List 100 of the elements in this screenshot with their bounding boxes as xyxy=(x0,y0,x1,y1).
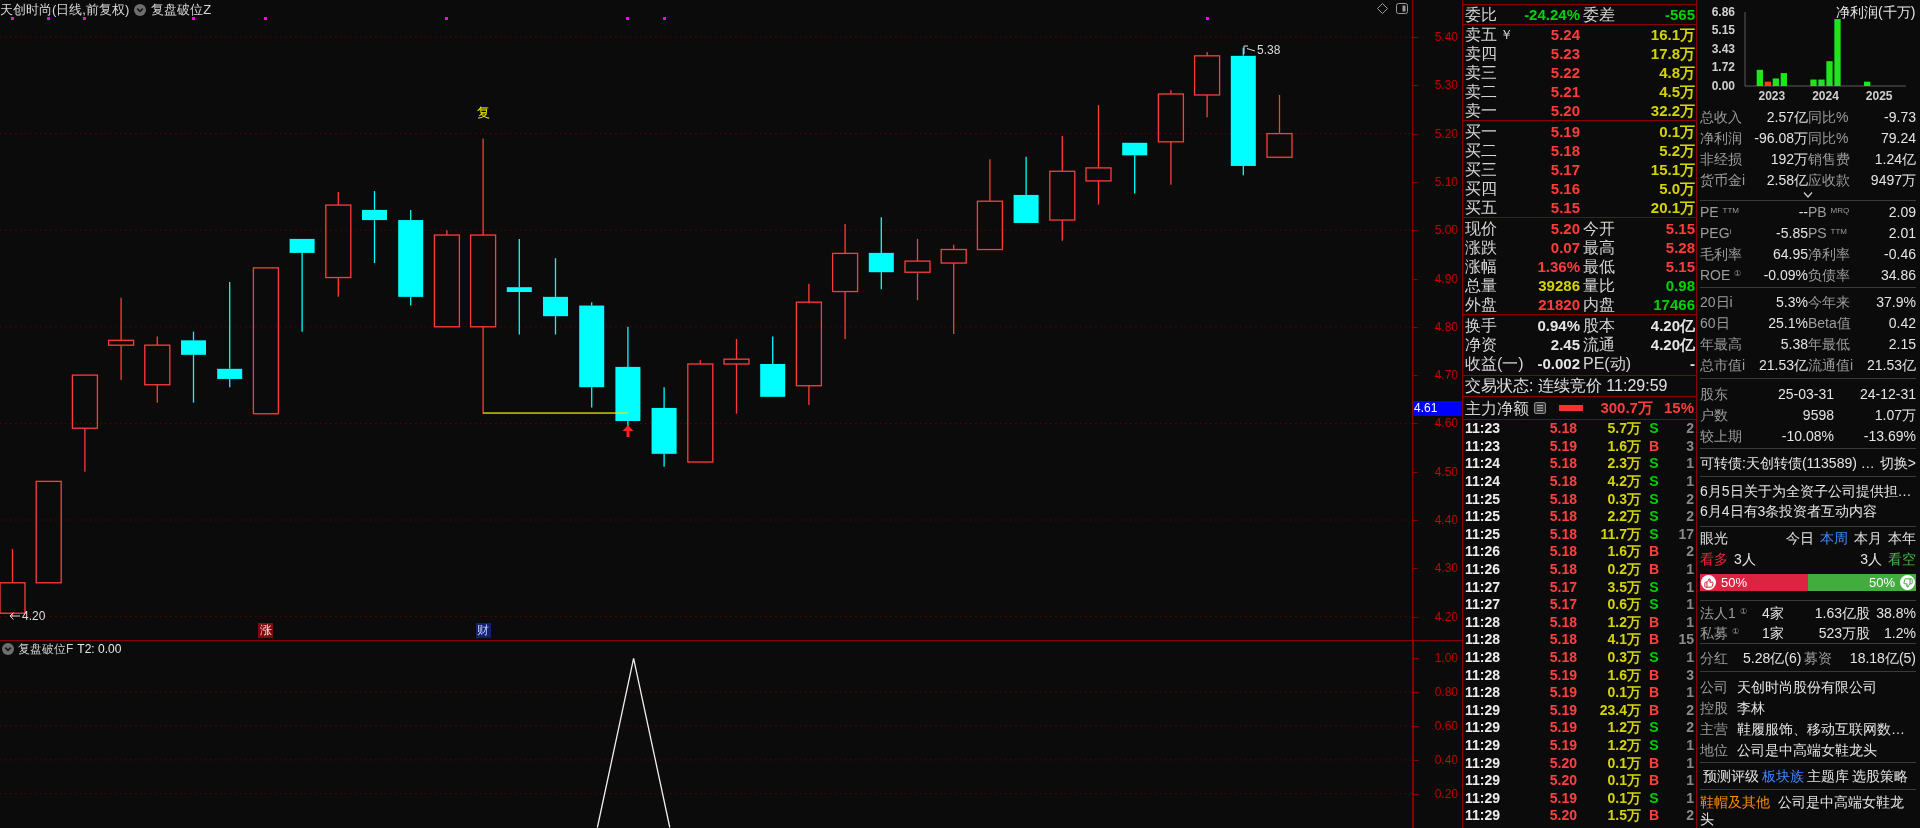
field-label: 年最高 xyxy=(1700,334,1742,353)
axis-label: 5.30 xyxy=(1434,78,1458,93)
quote-label: 换手 xyxy=(1465,316,1497,335)
axis-label: 0.00 xyxy=(1711,79,1735,93)
quote-label: 净资 xyxy=(1465,335,1497,354)
field-value: 1.24亿 xyxy=(1874,149,1916,168)
list-icon[interactable] xyxy=(1534,402,1546,414)
field-label: 私募 $^{①}$ xyxy=(1700,624,1740,642)
currency-mark[interactable]: ￥ xyxy=(1500,25,1513,44)
trade-price: 5.19 xyxy=(1548,789,1577,807)
field-value: -- xyxy=(1798,202,1808,221)
field-label: 总收入 xyxy=(1700,107,1742,126)
field-label: 流通值i xyxy=(1808,355,1854,374)
feature-link[interactable]: 选股策略 xyxy=(1852,767,1908,785)
field-value: 21.53亿 xyxy=(1758,355,1808,374)
event-tag[interactable]: 财 xyxy=(475,623,491,638)
bond-info[interactable]: 可转债:天创转债(113589) … xyxy=(1700,453,1875,472)
feature-link[interactable]: 预测评级 xyxy=(1703,767,1759,785)
news-link[interactable]: 6月4日有3条投资者互动内容 xyxy=(1700,502,1878,520)
field-value: 79.24 xyxy=(1880,128,1916,147)
panel-toggle-icon[interactable] xyxy=(1396,3,1408,14)
diamond-icon[interactable] xyxy=(1377,3,1388,14)
quote-value: 5.28 xyxy=(1665,240,1695,255)
trade-price: 5.18 xyxy=(1548,631,1577,649)
candlestick xyxy=(904,238,931,301)
trade-count: 15 xyxy=(1677,631,1694,649)
quote-label: 今开 xyxy=(1583,219,1615,238)
field-value: -9.73 xyxy=(1884,107,1916,126)
field-value: 2.09 xyxy=(1888,202,1916,221)
bearish-label: 看空 xyxy=(1888,549,1916,568)
trade-price: 5.19 xyxy=(1548,701,1577,719)
trade-side: S xyxy=(1648,596,1660,614)
field-value: 1.07万 xyxy=(1873,405,1916,424)
period-tab[interactable]: 本年 xyxy=(1888,528,1916,547)
field-value: -13.69% xyxy=(1862,426,1916,445)
event-tag[interactable]: 涨 xyxy=(258,623,274,638)
depth-volume: 4.8万 xyxy=(1659,65,1695,80)
trade-count: 1 xyxy=(1685,473,1694,491)
dropdown-icon[interactable] xyxy=(2,643,14,655)
axis-label: 0.20 xyxy=(1434,786,1458,801)
trade-count: 1 xyxy=(1685,684,1694,702)
trade-volume: 1.2万 xyxy=(1606,719,1641,737)
trade-time: 11:29 xyxy=(1465,719,1502,737)
axis-label: 1.72 xyxy=(1711,60,1735,75)
holder-count: 4家 xyxy=(1762,604,1785,622)
switch-link[interactable]: 切换> xyxy=(1879,453,1916,472)
trade-side: B xyxy=(1647,437,1661,455)
depth-price: 5.22 xyxy=(1550,65,1580,80)
thumbs-down-icon[interactable] xyxy=(1900,575,1915,590)
field-value: 2.57亿 xyxy=(1766,107,1808,126)
trade-volume: 1.6万 xyxy=(1606,437,1641,455)
trade-price: 5.19 xyxy=(1548,684,1577,702)
field-value: 37.9% xyxy=(1876,292,1916,311)
depth-label: 卖五 xyxy=(1465,25,1497,44)
period-tab[interactable]: 本周 xyxy=(1820,528,1848,547)
quote-value: 5.15 xyxy=(1665,259,1695,274)
trade-count: 2 xyxy=(1685,490,1694,508)
bearish-percent: 50% xyxy=(1868,574,1895,591)
section-title: 眼光 xyxy=(1700,528,1728,547)
trade-volume: 0.3万 xyxy=(1606,490,1641,508)
trade-price: 5.18 xyxy=(1548,525,1577,543)
quote-label: 股本 xyxy=(1583,316,1615,335)
period-tab[interactable]: 本月 xyxy=(1854,528,1882,547)
axis-label: 2024 xyxy=(1811,89,1840,103)
field-label: PS $^{TTM}$ xyxy=(1808,223,1847,242)
trade-time: 11:28 xyxy=(1465,649,1502,666)
field-label: 应收款 xyxy=(1808,170,1850,189)
chevron-down-icon[interactable] xyxy=(1803,192,1813,198)
field-label: 非经损 xyxy=(1700,149,1742,168)
trade-time: 11:29 xyxy=(1465,789,1502,807)
news-link[interactable]: 6月5日关于为全资子公司提供担… xyxy=(1700,482,1912,500)
candlestick xyxy=(1013,156,1039,223)
trade-volume: 0.6万 xyxy=(1606,596,1641,614)
axis-label: 4.90 xyxy=(1434,271,1458,286)
trade-volume: 1.2万 xyxy=(1606,613,1641,631)
depth-label: 买二 xyxy=(1465,141,1497,160)
trade-volume: 0.2万 xyxy=(1606,561,1641,579)
indicator-title[interactable]: 复盘破位F xyxy=(18,642,74,656)
feature-link[interactable]: 板块族 xyxy=(1762,767,1804,785)
field-value: 2.58亿 xyxy=(1766,170,1808,189)
dropdown-icon[interactable] xyxy=(134,3,147,16)
trade-time: 11:27 xyxy=(1465,578,1502,596)
quote-label: 量比 xyxy=(1583,276,1615,295)
trade-time: 11:24 xyxy=(1465,473,1502,491)
trade-volume: 1.5万 xyxy=(1606,807,1641,825)
feature-link[interactable]: 主题库 xyxy=(1807,767,1849,785)
trade-side: B xyxy=(1647,631,1661,649)
field-label: 控股 xyxy=(1700,698,1729,717)
period-tab[interactable]: 今日 xyxy=(1786,528,1814,547)
trade-side: S xyxy=(1648,737,1660,754)
field-value: 25.1% xyxy=(1768,313,1808,332)
candlestick xyxy=(760,335,786,397)
indicator-name[interactable]: 复盘破位Z xyxy=(151,1,212,18)
quote-label: 收益(一) xyxy=(1465,354,1524,373)
trade-count: 1 xyxy=(1685,754,1694,772)
quote-value: 0.98 xyxy=(1665,278,1695,293)
sector-tag[interactable]: 鞋帽及其他 xyxy=(1700,794,1770,810)
trade-count: 1 xyxy=(1685,737,1694,754)
quote-value: 4.20亿 xyxy=(1650,337,1695,352)
trade-volume: 5.7万 xyxy=(1606,420,1641,438)
